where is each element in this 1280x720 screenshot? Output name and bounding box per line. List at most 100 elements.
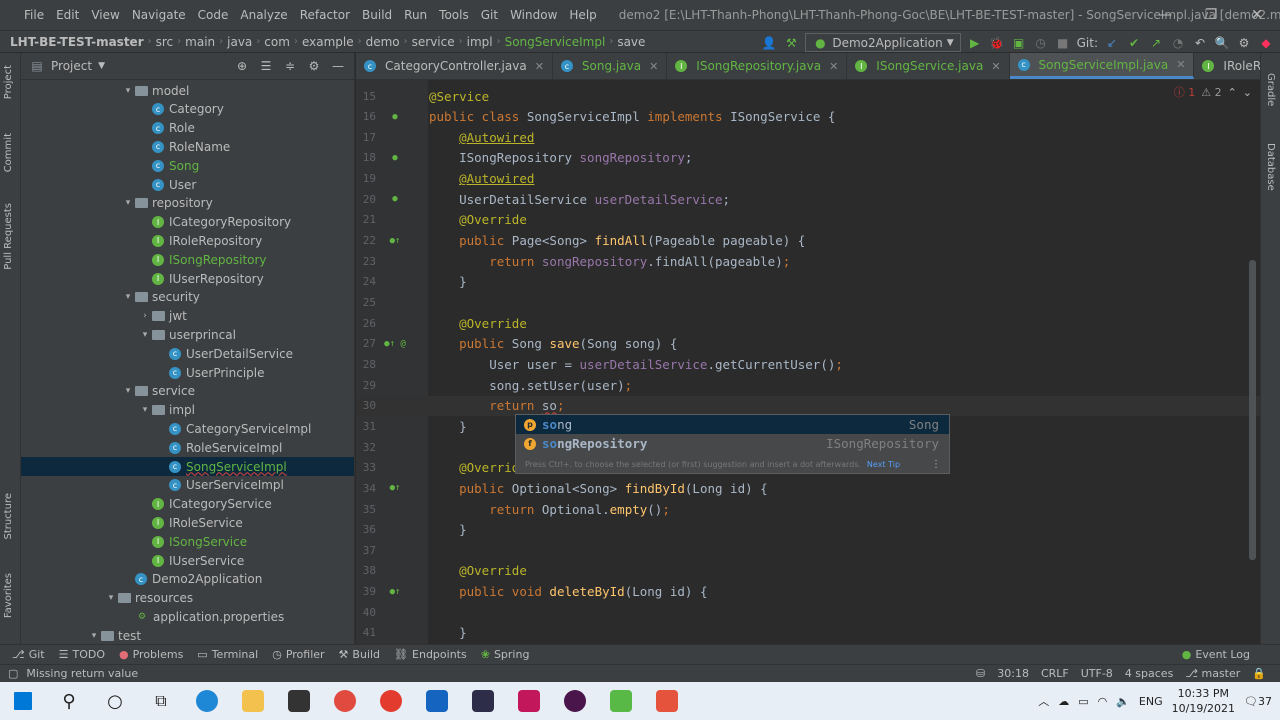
debug-icon[interactable]: 🐞 xyxy=(989,35,1005,51)
menu-file[interactable]: File xyxy=(18,8,50,22)
tree-item[interactable]: c UserServiceImpl xyxy=(21,476,354,495)
editor-tab[interactable]: I ISongService.java ✕ xyxy=(847,53,1010,79)
tree-item[interactable]: ⚙ application.properties xyxy=(21,607,354,626)
tree-item[interactable]: c User xyxy=(21,175,354,194)
menu-window[interactable]: Window xyxy=(504,8,563,22)
close-icon[interactable]: ✕ xyxy=(1234,0,1280,30)
run-icon[interactable]: ▶ xyxy=(967,35,983,51)
menu-view[interactable]: View xyxy=(85,8,125,22)
tree-item[interactable]: ▾ test xyxy=(21,626,354,645)
menu-navigate[interactable]: Navigate xyxy=(126,8,192,22)
settings-gear-icon[interactable]: ⚙ xyxy=(306,58,322,74)
line-separator[interactable]: CRLF xyxy=(1041,667,1069,680)
windows-start-icon[interactable] xyxy=(0,682,46,720)
status-panel-icon[interactable]: ▢ xyxy=(8,667,18,680)
profiler-icon[interactable]: ◷ xyxy=(1033,35,1049,51)
tree-item[interactable]: c Song xyxy=(21,156,354,175)
next-tip-link[interactable]: Next Tip xyxy=(867,460,900,469)
completion-item[interactable]: p song Song xyxy=(516,415,949,434)
code-line[interactable]: 27 ●↑ @ public Song save(Song song) { xyxy=(356,334,1260,354)
task-view-icon[interactable]: ⧉ xyxy=(138,682,184,720)
menu-git[interactable]: Git xyxy=(475,8,504,22)
chevron-up-icon[interactable]: ⌃ xyxy=(1228,86,1237,99)
gradle-tool-tab[interactable]: Gradle xyxy=(1265,73,1276,106)
battery-icon[interactable]: ▭ xyxy=(1078,695,1088,708)
minimize-icon[interactable]: — xyxy=(1142,0,1188,30)
code-line[interactable]: 25 xyxy=(356,293,1260,313)
tree-item[interactable]: I ISongRepository xyxy=(21,250,354,269)
breadcrumb-item[interactable]: java xyxy=(227,35,252,49)
breadcrumb-item[interactable]: com xyxy=(264,35,290,49)
tree-item[interactable]: c UserPrinciple xyxy=(21,363,354,382)
file-encoding[interactable]: UTF-8 xyxy=(1081,667,1113,680)
implements-marker-icon[interactable]: ●↑ @ xyxy=(380,337,410,351)
code-line[interactable]: 30 return so; xyxy=(356,395,1260,416)
expand-arrow-icon[interactable]: ▾ xyxy=(87,631,101,641)
code-line[interactable]: 26 @Override xyxy=(356,313,1260,333)
implements-marker-icon[interactable]: ● xyxy=(380,110,410,124)
tree-item[interactable]: c Category xyxy=(21,100,354,119)
tool-window-profiler[interactable]: ◷ Profiler xyxy=(272,648,324,661)
expand-arrow-icon[interactable]: ▾ xyxy=(138,330,152,340)
git-update-icon[interactable]: ↙ xyxy=(1104,35,1120,51)
tree-item[interactable]: c UserDetailService xyxy=(21,344,354,363)
file-explorer-icon[interactable] xyxy=(230,682,276,720)
inspection-widget[interactable]: ⓘ 1 ⚠ 2 ⌃ ⌄ xyxy=(1174,84,1252,100)
menu-run[interactable]: Run xyxy=(398,8,433,22)
rollback-icon[interactable]: ↶ xyxy=(1192,35,1208,51)
tool-window-build[interactable]: ⚒ Build xyxy=(339,648,381,661)
menu-edit[interactable]: Edit xyxy=(50,8,85,22)
edge-browser-icon[interactable] xyxy=(184,682,230,720)
tree-item[interactable]: I IRoleService xyxy=(21,513,354,532)
expand-arrow-icon[interactable]: ▾ xyxy=(121,292,135,302)
implements-marker-icon[interactable]: ●↑ xyxy=(380,234,410,248)
code-line[interactable]: 41 } xyxy=(356,623,1260,643)
tree-item[interactable]: ▾ impl xyxy=(21,401,354,420)
code-line[interactable]: 24 } xyxy=(356,272,1260,292)
intellij-icon[interactable] xyxy=(506,682,552,720)
onedrive-icon[interactable]: ☁ xyxy=(1058,695,1069,708)
microsoft-store-icon[interactable] xyxy=(276,682,322,720)
memory-indicator-icon[interactable]: ⛁ xyxy=(976,667,985,680)
git-branch[interactable]: ⎇ master xyxy=(1185,667,1240,680)
code-line[interactable]: 20 ● UserDetailService userDetailService; xyxy=(356,189,1260,209)
tree-item[interactable]: c CategoryServiceImpl xyxy=(21,419,354,438)
editor-scrollbar[interactable] xyxy=(1249,260,1256,560)
expand-arrow-icon[interactable]: › xyxy=(138,311,152,321)
tree-item[interactable]: I IRoleRepository xyxy=(21,231,354,250)
tree-item[interactable]: I ISongService xyxy=(21,532,354,551)
volume-icon[interactable]: 🔈 xyxy=(1116,695,1130,708)
menu-analyze[interactable]: Analyze xyxy=(234,8,293,22)
breadcrumb-item[interactable]: main xyxy=(185,35,215,49)
search-icon[interactable]: ⚲ xyxy=(46,682,92,720)
coverage-icon[interactable]: ▣ xyxy=(1011,35,1027,51)
favorites-tool-tab[interactable]: Favorites xyxy=(3,573,14,618)
chrome-icon[interactable] xyxy=(368,682,414,720)
notifications-icon[interactable]: 🗨37 xyxy=(1244,695,1272,708)
code-line[interactable]: 18 ● ISongRepository songRepository; xyxy=(356,148,1260,168)
git-commit-icon[interactable]: ✔ xyxy=(1126,35,1142,51)
implements-marker-icon[interactable]: ● xyxy=(380,151,410,165)
code-line[interactable]: 22 ●↑ public Page<Song> findAll(Pageable … xyxy=(356,231,1260,251)
code-line[interactable]: 19 @Autowired xyxy=(356,169,1260,189)
code-line[interactable]: 21 @Override xyxy=(356,210,1260,230)
tree-item[interactable]: I ICategoryService xyxy=(21,495,354,514)
hide-icon[interactable]: — xyxy=(330,58,346,74)
project-tool-tab[interactable]: Project xyxy=(3,65,14,99)
menu-code[interactable]: Code xyxy=(192,8,235,22)
code-line[interactable]: 34 ●↑ public Optional<Song> findById(Long… xyxy=(356,478,1260,498)
code-line[interactable]: 39 ●↑ public void deleteById(Long id) { xyxy=(356,582,1260,602)
lock-icon[interactable]: 🔒 xyxy=(1252,667,1266,680)
menu-refactor[interactable]: Refactor xyxy=(294,8,356,22)
tool-window-problems[interactable]: ● Problems xyxy=(119,648,183,661)
chevron-up-icon[interactable]: ︿ xyxy=(1038,693,1049,709)
build-hammer-icon[interactable]: ⚒ xyxy=(783,35,799,51)
greenshot-icon[interactable] xyxy=(598,682,644,720)
implements-marker-icon[interactable]: ●↑ xyxy=(380,585,410,599)
locate-icon[interactable]: ⊕ xyxy=(234,58,250,74)
tree-item[interactable]: ▾ model xyxy=(21,81,354,100)
code-editor[interactable]: 15 @Service 16 ● public class SongServiceImp… xyxy=(356,80,1260,644)
tree-item[interactable]: I IUserService xyxy=(21,551,354,570)
code-line[interactable]: 35 return Optional.empty(); xyxy=(356,499,1260,519)
chevron-down-icon[interactable]: ⌄ xyxy=(1243,86,1252,99)
